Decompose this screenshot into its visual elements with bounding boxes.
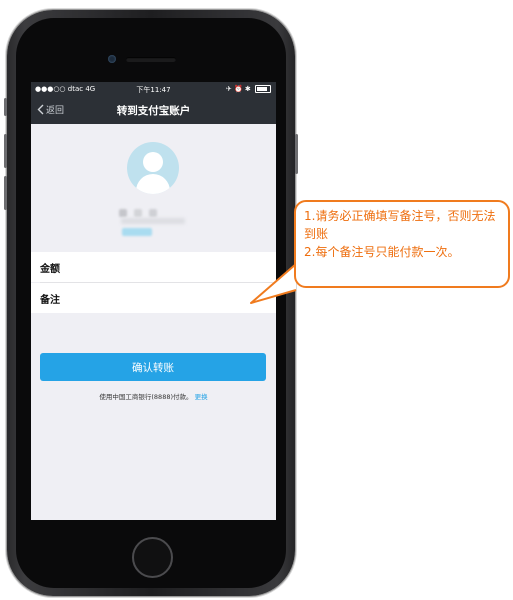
amount-row[interactable]: 金额	[31, 252, 276, 282]
payment-method-text: 使用中国工商银行(8888)付款。	[99, 393, 193, 401]
note-row[interactable]: 备注	[31, 283, 276, 313]
recipient-account-blurred	[121, 218, 185, 224]
amount-label: 金额	[40, 263, 60, 275]
home-button[interactable]	[132, 537, 173, 578]
recipient-profile	[31, 124, 276, 248]
avatar-head	[143, 152, 163, 172]
amount-input[interactable]	[74, 260, 276, 274]
confirm-transfer-button[interactable]: 确认转账	[40, 353, 266, 381]
nav-bar: 返回 转到支付宝账户	[31, 96, 276, 124]
payment-method-note: 使用中国工商银行(8888)付款。 更换	[31, 391, 276, 401]
change-payment-link[interactable]: 更换	[195, 393, 208, 401]
front-camera	[108, 55, 116, 63]
power-button	[295, 134, 298, 174]
user-avatar-icon	[127, 142, 179, 194]
status-bar: ●●●○○ dtac 4G 下午11:47 ✈ ⏰ ✱	[31, 82, 276, 96]
volume-up-button	[4, 134, 7, 168]
mute-switch	[4, 98, 7, 116]
recipient-name-blurred	[119, 202, 185, 236]
page-title: 转到支付宝账户	[116, 105, 191, 117]
note-label: 备注	[40, 294, 60, 306]
callout-pointer	[250, 263, 297, 304]
avatar-shoulders	[136, 174, 170, 194]
status-icons-glyphs: ✈ ⏰ ✱	[225, 85, 251, 93]
app-screen: ●●●○○ dtac 4G 下午11:47 ✈ ⏰ ✱ 返回 转到支付宝账户 金…	[31, 82, 276, 520]
status-icons: ✈ ⏰ ✱	[226, 85, 271, 93]
volume-down-button	[4, 176, 7, 210]
earpiece-speaker	[126, 57, 176, 62]
note-input[interactable]	[74, 291, 276, 305]
battery-icon	[255, 85, 271, 93]
callout-line-1: 1.请务必正确填写备注号，否则无法到账	[304, 209, 496, 241]
annotation-callout: 1.请务必正确填写备注号，否则无法到账 2.每个备注号只能付款一次。	[294, 200, 510, 288]
callout-line-2: 2.每个备注号只能付款一次。	[304, 245, 460, 259]
